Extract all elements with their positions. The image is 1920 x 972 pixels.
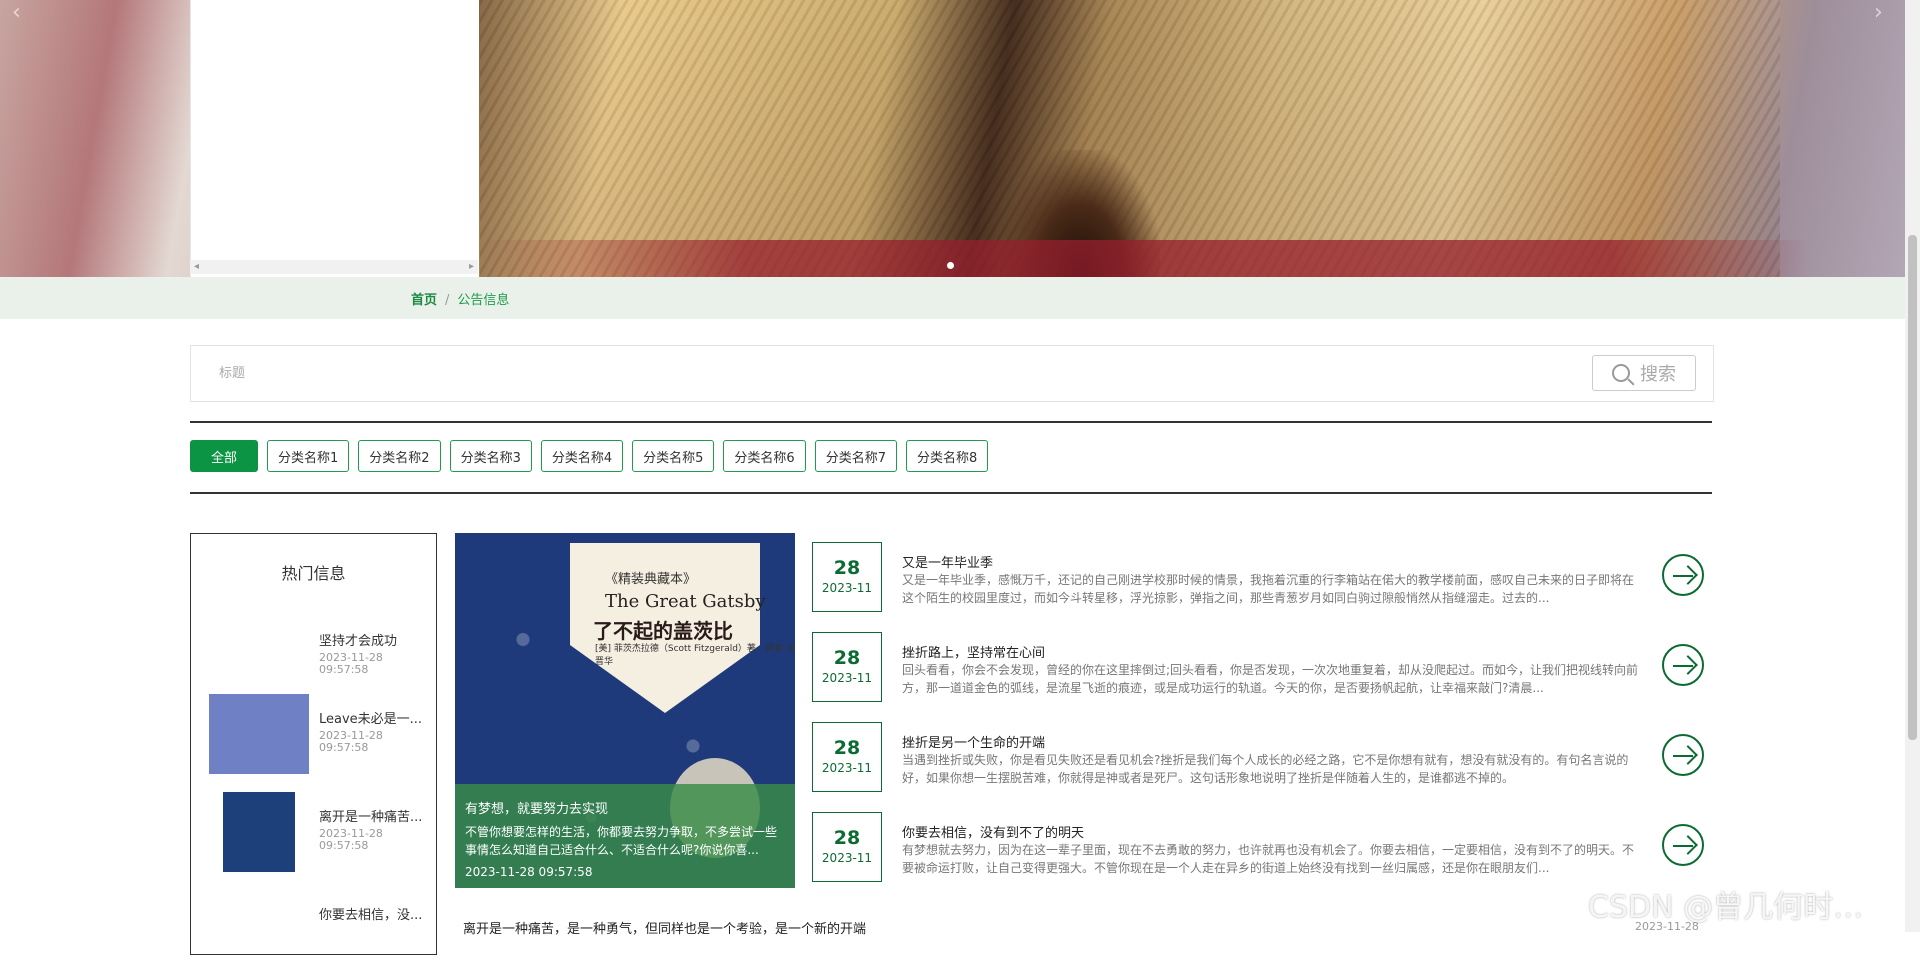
- news-day: 28: [833, 557, 861, 579]
- category-6[interactable]: 分类名称6: [723, 440, 806, 472]
- news-item[interactable]: 28 2023-11 挫折路上，坚持常在心间 回头看看，你会不会发现，曾经的你在…: [812, 632, 1712, 704]
- book-cover-title-en: The Great Gatsby: [605, 591, 766, 612]
- hot-item-date: 2023-11-28 09:57:58: [319, 651, 383, 676]
- hot-item[interactable]: 坚持才会成功 2023-11-28 09:57:58: [209, 616, 429, 698]
- category-filter: 全部 分类名称1 分类名称2 分类名称3 分类名称4 分类名称5 分类名称6 分…: [190, 440, 989, 472]
- search-input[interactable]: [191, 346, 1601, 401]
- news-title[interactable]: 你要去相信，没有到不了的明天: [902, 822, 1084, 841]
- news-date-box: 28 2023-11: [812, 722, 882, 792]
- news-desc: 回头看看，你会不会发现，曾经的你在这里摔倒过;回头看看，你是否发现，一次次地重复…: [902, 663, 1639, 695]
- arrow-right-icon[interactable]: [1662, 554, 1704, 596]
- featured-caption: 有梦想，就要努力去实现 不管你想要怎样的生活，你都要去努力争取，不多尝试一些事情…: [455, 784, 795, 888]
- news-year-month: 2023-11: [821, 761, 873, 775]
- book-cover-authors: [美] 菲茨杰拉德（Scott Fitzgerald）著 译者 王晋华: [595, 644, 795, 667]
- carousel-dot[interactable]: [947, 262, 954, 269]
- scroll-right-icon[interactable]: ▸: [469, 260, 474, 274]
- featured-time: 2023-11-28 09:57:58: [465, 865, 593, 879]
- news-item[interactable]: 28 2023-11 又是一年毕业季 又是一年毕业季，感慨万千，还记的自己刚进学…: [812, 542, 1712, 614]
- hot-item-thumbnail[interactable]: [223, 792, 295, 872]
- news-day: 28: [833, 737, 861, 759]
- featured-card[interactable]: 《精装典藏本》 The Great Gatsby 了不起的盖茨比 [美] 菲茨杰…: [455, 533, 795, 888]
- hot-item-thumbnail[interactable]: [209, 694, 309, 774]
- category-1[interactable]: 分类名称1: [267, 440, 350, 472]
- bottom-news-title[interactable]: 离开是一种痛苦，是一种勇气，但同样也是一个考验，是一个新的开端: [463, 918, 866, 937]
- hot-item[interactable]: Leave未必是一... 2023-11-28 09:57:58: [209, 694, 429, 776]
- category-3[interactable]: 分类名称3: [449, 440, 532, 472]
- news-day: 28: [833, 647, 861, 669]
- hot-item-date: 2023-11-28 09:57:58: [319, 729, 383, 754]
- book-cover-title-zh: 了不起的盖茨比: [593, 619, 733, 643]
- search-button[interactable]: 搜索: [1592, 355, 1696, 391]
- news-desc: 有梦想就去努力，因为在这一辈子里面，现在不去勇敢的努力，也许就再也没有机会了。你…: [902, 843, 1635, 875]
- category-7[interactable]: 分类名称7: [814, 440, 897, 472]
- banner-image-cover: [480, 240, 1810, 277]
- news-item[interactable]: 28 2023-11 挫折是另一个生命的开端 当遇到挫折或失败，你是看见失败还是…: [812, 722, 1712, 794]
- category-4[interactable]: 分类名称4: [540, 440, 624, 472]
- divider-bottom: [190, 492, 1712, 494]
- news-year-month: 2023-11: [821, 671, 873, 685]
- news-title[interactable]: 又是一年毕业季: [902, 552, 993, 571]
- horizontal-scrollbar[interactable]: ◂ ▸: [190, 260, 478, 274]
- featured-title: 有梦想，就要努力去实现: [465, 802, 609, 817]
- category-2[interactable]: 分类名称2: [358, 440, 441, 472]
- news-desc: 当遇到挫折或失败，你是看见失败还是看见机会?挫折是我们每个人成长的必经之路，它不…: [902, 753, 1629, 785]
- news-date-box: 28 2023-11: [812, 632, 882, 702]
- scroll-left-icon[interactable]: ◂: [194, 260, 199, 274]
- hot-item-name: 离开是一种痛苦...: [319, 810, 423, 825]
- hot-item-date: 2023-11-28 09:57:58: [319, 827, 383, 852]
- breadcrumb-separator: /: [445, 293, 450, 308]
- hot-item-name: Leave未必是一...: [319, 712, 423, 727]
- breadcrumb-home[interactable]: 首页: [411, 293, 437, 308]
- news-item[interactable]: 28 2023-11 你要去相信，没有到不了的明天 有梦想就去努力，因为在这一辈…: [812, 812, 1712, 884]
- news-date-box: 28 2023-11: [812, 812, 882, 882]
- book-cover-series: 《精装典藏本》: [605, 572, 697, 587]
- chevron-right-icon[interactable]: ›: [1874, 0, 1883, 25]
- news-year-month: 2023-11: [821, 581, 873, 595]
- news-year-month: 2023-11: [821, 851, 873, 865]
- category-5[interactable]: 分类名称5: [632, 440, 715, 472]
- arrow-right-icon[interactable]: [1662, 824, 1704, 866]
- news-day: 28: [833, 827, 861, 849]
- search-icon: [1612, 364, 1630, 382]
- scrollbar-thumb[interactable]: [1908, 235, 1917, 740]
- breadcrumb-bar: 首页 / 公告信息: [0, 277, 1905, 319]
- watermark: CSDN @曾几何时…: [1588, 890, 1864, 925]
- breadcrumb: 首页 / 公告信息: [411, 289, 509, 308]
- hot-info-title: 热门信息: [281, 564, 346, 583]
- search-button-label: 搜索: [1640, 364, 1676, 384]
- arrow-right-icon[interactable]: [1662, 734, 1704, 776]
- vertical-scrollbar[interactable]: [1905, 0, 1920, 932]
- breadcrumb-current: 公告信息: [457, 293, 510, 308]
- search-box: 搜索: [190, 345, 1714, 402]
- category-8[interactable]: 分类名称8: [905, 440, 989, 472]
- divider-top: [190, 421, 1712, 423]
- hot-item[interactable]: 离开是一种痛苦... 2023-11-28 09:57:58: [209, 792, 429, 874]
- hot-info-panel: 热门信息 坚持才会成功 2023-11-28 09:57:58 Leave未必是…: [190, 533, 437, 955]
- hot-item-name: 你要去相信，没...: [319, 908, 423, 923]
- chevron-left-icon[interactable]: ‹: [12, 0, 21, 25]
- hot-item[interactable]: 你要去相信，没...: [209, 890, 429, 972]
- arrow-right-icon[interactable]: [1662, 644, 1704, 686]
- hot-item-name: 坚持才会成功: [319, 634, 398, 649]
- news-desc: 又是一年毕业季，感慨万千，还记的自己刚进学校那时候的情景，我拖着沉重的行李箱站在…: [902, 573, 1635, 605]
- news-date-box: 28 2023-11: [812, 542, 882, 612]
- category-all[interactable]: 全部: [190, 440, 259, 472]
- featured-desc: 不管你想要怎样的生活，你都要去努力争取，不多尝试一些事情怎么知道自己适合什么、不…: [465, 825, 778, 857]
- side-panel: [190, 0, 479, 277]
- news-title[interactable]: 挫折是另一个生命的开端: [902, 732, 1045, 751]
- news-title[interactable]: 挫折路上，坚持常在心间: [902, 642, 1045, 661]
